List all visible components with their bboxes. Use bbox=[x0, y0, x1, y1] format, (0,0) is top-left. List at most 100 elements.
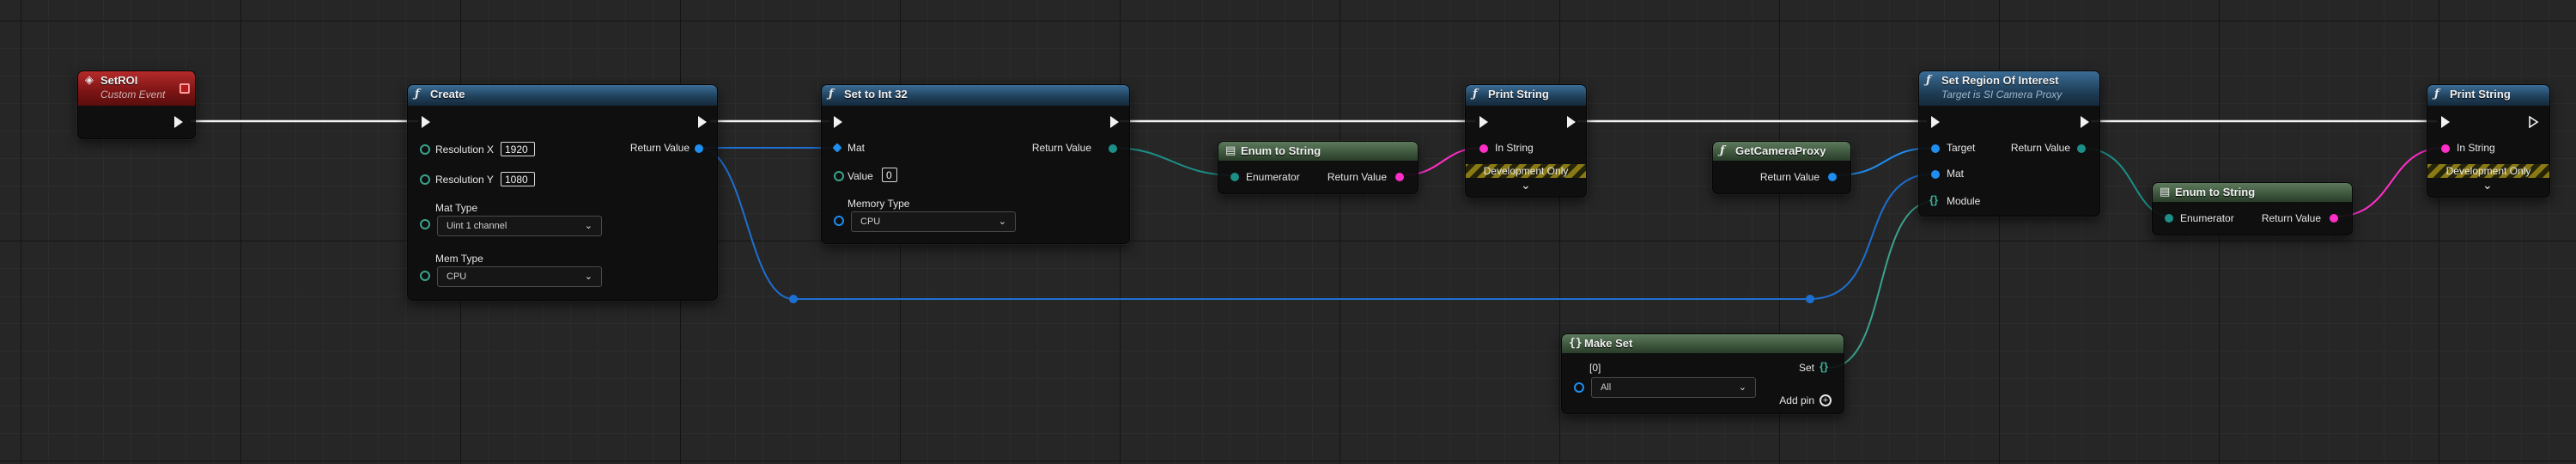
mat-label: Mat bbox=[848, 142, 866, 154]
document-icon: ▤ bbox=[2160, 186, 2171, 198]
node-header: ƒ Print String bbox=[1466, 85, 1586, 106]
exec-out-pin[interactable] bbox=[1567, 116, 1576, 128]
target-pin[interactable] bbox=[1931, 144, 1940, 153]
mat-pin[interactable] bbox=[1931, 170, 1940, 179]
return-value-pin[interactable] bbox=[2077, 144, 2086, 153]
return-value-label: Return Value bbox=[1327, 171, 1387, 183]
memtype-dropdown[interactable]: CPU ⌄ bbox=[437, 266, 602, 287]
get-camera-proxy-node[interactable]: ƒ GetCameraProxy Return Value bbox=[1712, 141, 1851, 194]
exec-out-pin[interactable] bbox=[698, 116, 707, 128]
set-output-pin-icon[interactable]: {} bbox=[1820, 360, 1828, 373]
mat-label: Mat bbox=[1947, 168, 1965, 180]
enumerator-pin[interactable] bbox=[2165, 214, 2173, 223]
node-subtitle: Target is SI Camera Proxy bbox=[1941, 89, 2063, 101]
return-value-pin[interactable] bbox=[2330, 214, 2338, 223]
memory-type-dropdown[interactable]: CPU ⌄ bbox=[851, 211, 1016, 232]
chevron-down-icon: ⌄ bbox=[1738, 382, 1747, 393]
return-value-label: Return Value bbox=[2261, 212, 2321, 224]
memtype-pin[interactable] bbox=[420, 271, 430, 281]
print-string-node-1[interactable]: ƒ Print String In String Development Onl… bbox=[1465, 84, 1587, 198]
chevron-down-icon[interactable]: ⌄ bbox=[2482, 178, 2493, 192]
exec-in-pin[interactable] bbox=[834, 116, 842, 128]
function-icon: ƒ bbox=[1720, 144, 1725, 157]
resy-label: Resolution Y bbox=[435, 174, 494, 186]
create-node[interactable]: ƒ Create Resolution X 1920 Resolution Y … bbox=[407, 84, 718, 301]
return-value-pin[interactable] bbox=[695, 144, 703, 153]
node-header: ◈ SetROI Custom Event bbox=[78, 71, 195, 106]
in-string-pin[interactable] bbox=[2441, 144, 2450, 153]
memtype-label: Mem Type bbox=[435, 253, 483, 265]
node-title: Enum to String bbox=[2175, 186, 2256, 198]
document-icon: ▤ bbox=[1225, 144, 1236, 157]
enumerator-label: Enumerator bbox=[2180, 212, 2234, 224]
return-value-label: Return Value bbox=[1031, 142, 1091, 154]
set-wire-makeset-setregion bbox=[1828, 200, 1935, 369]
node-title: Print String bbox=[2450, 88, 2511, 101]
value-pin[interactable] bbox=[834, 171, 844, 181]
make-set-node[interactable]: {} Make Set [0] All ⌄ Set {} Add pin + bbox=[1561, 333, 1844, 414]
mattype-label: Mat Type bbox=[435, 202, 478, 214]
enumerator-pin[interactable] bbox=[1230, 173, 1239, 181]
enum-to-string-node-1[interactable]: ▤ Enum to String Enumerator Return Value bbox=[1218, 141, 1419, 194]
function-icon: ƒ bbox=[1473, 88, 1478, 101]
add-pin-label[interactable]: Add pin bbox=[1763, 394, 1814, 406]
exec-out-pin[interactable] bbox=[174, 116, 183, 128]
module-set-pin-icon[interactable]: {} bbox=[1929, 193, 1938, 206]
exec-out-pin[interactable] bbox=[2529, 115, 2541, 129]
exec-out-hollow-icon bbox=[2529, 115, 2539, 129]
node-header: ƒ Print String bbox=[2427, 85, 2549, 106]
in-string-label: In String bbox=[2457, 142, 2495, 154]
resx-input[interactable]: 1920 bbox=[501, 142, 535, 156]
set-region-of-interest-node[interactable]: ƒ Set Region Of Interest Target is SI Ca… bbox=[1918, 70, 2100, 217]
exec-out-pin[interactable] bbox=[1110, 116, 1119, 128]
node-title: SetROI bbox=[100, 74, 138, 87]
node-title: Print String bbox=[1488, 88, 1549, 101]
enumerator-label: Enumerator bbox=[1246, 171, 1300, 183]
reroute-knot-left[interactable] bbox=[789, 295, 798, 303]
resy-pin[interactable] bbox=[420, 174, 430, 185]
node-header: ▤ Enum to String bbox=[1218, 142, 1418, 161]
reroute-knot-right[interactable] bbox=[1806, 295, 1814, 303]
mattype-dropdown[interactable]: Uint 1 channel ⌄ bbox=[437, 216, 602, 236]
return-value-pin[interactable] bbox=[1395, 173, 1404, 181]
set-to-int32-node[interactable]: ƒ Set to Int 32 Mat Value 0 Memory Type … bbox=[821, 84, 1130, 244]
exec-in-pin[interactable] bbox=[2441, 116, 2450, 128]
node-header: ƒ Create bbox=[408, 85, 717, 106]
resx-pin[interactable] bbox=[420, 144, 430, 155]
return-value-pin[interactable] bbox=[1828, 173, 1837, 181]
exec-out-pin[interactable] bbox=[2081, 116, 2089, 128]
delegate-pin-icon[interactable] bbox=[179, 83, 190, 94]
module-label: Module bbox=[1947, 195, 1981, 207]
node-header: ƒ Set to Int 32 bbox=[822, 85, 1129, 106]
resy-input[interactable]: 1080 bbox=[501, 172, 535, 186]
chevron-down-icon: ⌄ bbox=[584, 221, 592, 231]
set-element-dropdown[interactable]: All ⌄ bbox=[1591, 377, 1756, 398]
index-pin[interactable] bbox=[1574, 382, 1584, 393]
target-label: Target bbox=[1947, 142, 1976, 154]
node-header: {} Make Set bbox=[1562, 334, 1844, 353]
function-icon: ƒ bbox=[1926, 74, 1931, 87]
return-value-pin[interactable] bbox=[1109, 144, 1117, 153]
return-value-label: Return Value bbox=[629, 142, 690, 154]
mattype-pin[interactable] bbox=[420, 219, 430, 229]
mat-pin[interactable] bbox=[832, 143, 842, 153]
return-value-label: Return Value bbox=[2010, 142, 2070, 154]
exec-in-pin[interactable] bbox=[1479, 116, 1488, 128]
node-title: Make Set bbox=[1584, 337, 1633, 350]
plus-circle-icon[interactable]: + bbox=[1820, 394, 1832, 406]
exec-in-pin[interactable] bbox=[1931, 116, 1940, 128]
in-string-pin[interactable] bbox=[1479, 144, 1488, 153]
enum-to-string-node-2[interactable]: ▤ Enum to String Enumerator Return Value bbox=[2152, 182, 2353, 235]
memtype-value: CPU bbox=[447, 272, 467, 282]
setroi-event-node[interactable]: ◈ SetROI Custom Event bbox=[77, 70, 196, 139]
value-label: Value bbox=[848, 170, 873, 182]
development-only-label: Development Only bbox=[1483, 165, 1569, 177]
exec-in-pin[interactable] bbox=[422, 116, 430, 128]
memory-type-pin[interactable] bbox=[834, 216, 844, 226]
print-string-node-2[interactable]: ƒ Print String In String Development Onl… bbox=[2427, 84, 2550, 198]
development-only-banner: Development Only bbox=[2427, 164, 2549, 178]
chevron-down-icon[interactable]: ⌄ bbox=[1521, 178, 1531, 192]
value-input[interactable]: 0 bbox=[882, 168, 897, 182]
index-label: [0] bbox=[1589, 362, 1601, 374]
node-title: GetCameraProxy bbox=[1735, 144, 1826, 157]
